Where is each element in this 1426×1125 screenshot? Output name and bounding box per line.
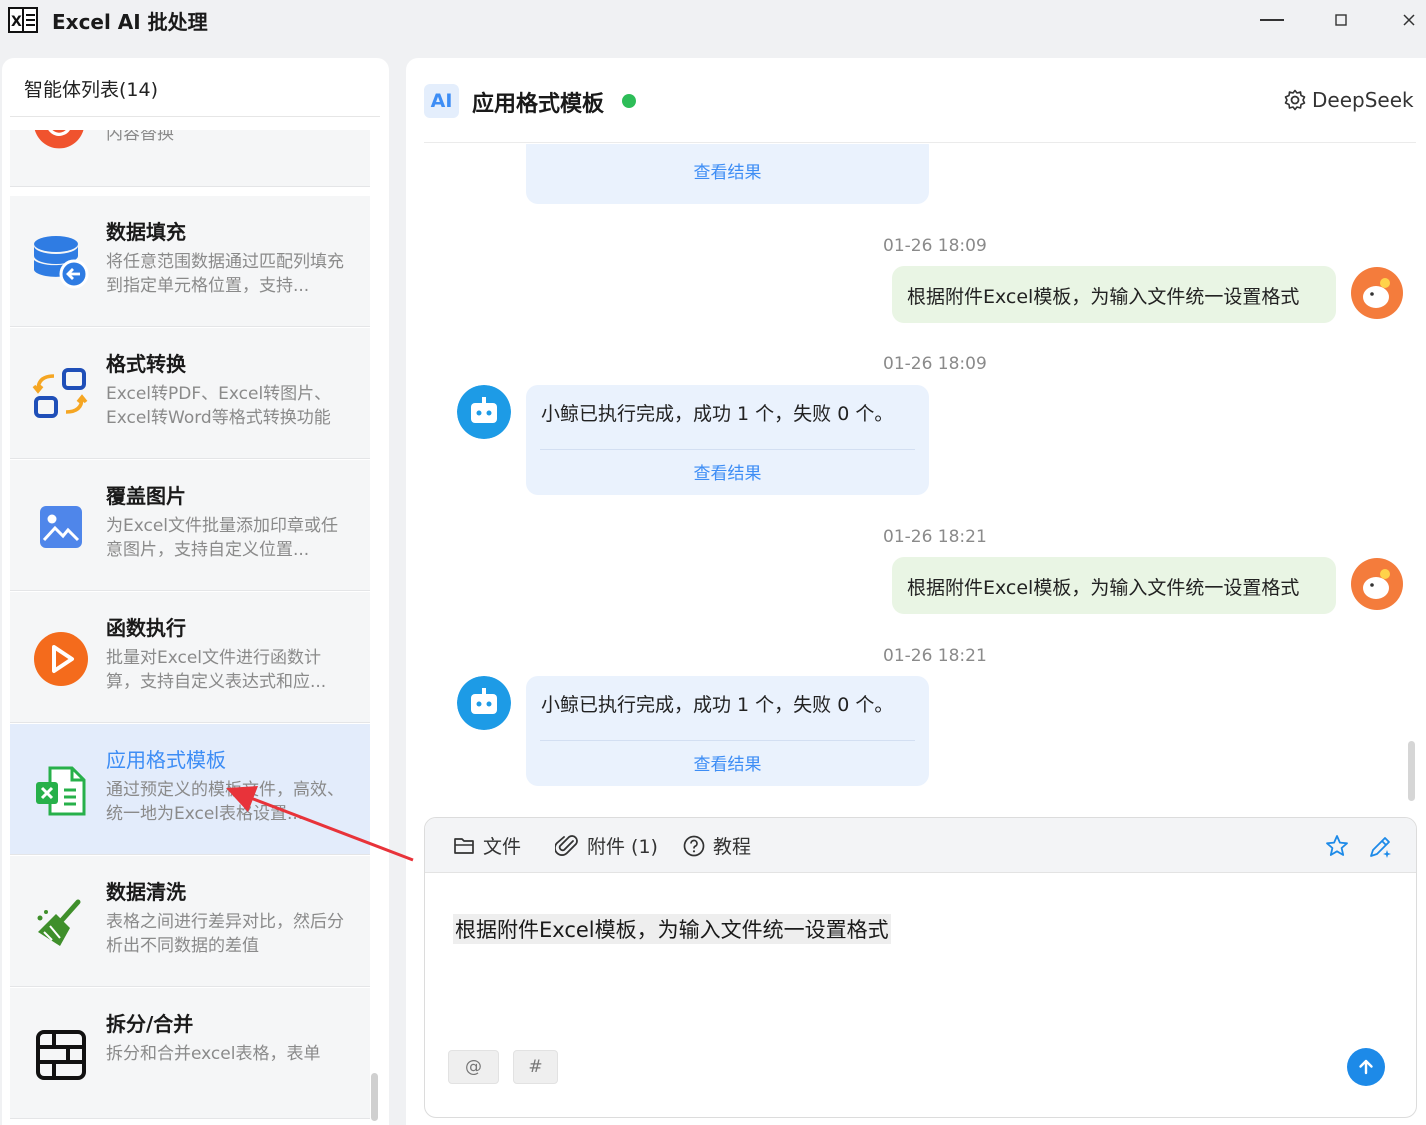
tutorial-button-label: 教程 bbox=[713, 836, 752, 858]
message-time: 01-26 18:09 bbox=[883, 354, 987, 374]
mention-button[interactable]: @ bbox=[448, 1050, 499, 1084]
bot-avatar bbox=[457, 385, 511, 439]
agent-desc: 批量对Excel文件进行函数计算，支持自定义表达式和应... bbox=[106, 648, 327, 692]
send-button[interactable] bbox=[1347, 1048, 1385, 1086]
model-name: DeepSeek bbox=[1312, 88, 1414, 112]
format-convert-icon bbox=[32, 368, 88, 418]
agent-item-data-fill[interactable]: 数据填充 将任意范围数据通过匹配列填充到指定单元格位置，支持... bbox=[10, 196, 370, 327]
sidebar-scrollbar[interactable] bbox=[371, 1073, 378, 1121]
folder-icon bbox=[454, 837, 474, 854]
database-fill-icon bbox=[34, 236, 89, 289]
message-composer: 文件 附件 (1) 教程 根据附件Excel模板，为输入文件统一设置格式 @ # bbox=[424, 817, 1417, 1118]
agent-name: 数据清洗 bbox=[106, 880, 186, 904]
file-button[interactable]: 文件 bbox=[453, 832, 521, 859]
chat-header: AI 应用格式模板 DeepSeek bbox=[424, 58, 1416, 143]
image-icon bbox=[40, 506, 82, 548]
view-result-link[interactable]: 查看结果 bbox=[526, 750, 929, 775]
svg-text:X: X bbox=[11, 14, 22, 30]
divider bbox=[540, 740, 915, 741]
magic-pen-icon bbox=[1370, 837, 1391, 858]
message-list: 查看结果 01-26 18:09 根据附件Excel模板，为输入文件统一设置格式… bbox=[406, 144, 1426, 804]
minimize-icon bbox=[1260, 19, 1284, 21]
bot-message: 小鲸已执行完成，成功 1 个，失败 0 个。 查看结果 bbox=[526, 385, 929, 495]
agent-name: 函数执行 bbox=[106, 616, 186, 640]
user-avatar[interactable] bbox=[1350, 557, 1404, 611]
agent-item-function-exec[interactable]: 函数执行 批量对Excel文件进行函数计算，支持自定义表达式和应... bbox=[10, 592, 370, 723]
minimize-button[interactable] bbox=[1252, 6, 1292, 34]
attachment-button-label: 附件 (1) bbox=[587, 836, 658, 858]
file-button-label: 文件 bbox=[483, 836, 522, 858]
agent-item-overlay-image[interactable]: 覆盖图片 为Excel文件批量添加印章或任意图片，支持自定义位置... bbox=[10, 460, 370, 591]
agent-item-data-clean[interactable]: 数据清洗 表格之间进行差异对比，然后分析出不同数据的差值 bbox=[10, 856, 370, 987]
bot-message: 查看结果 bbox=[526, 144, 929, 204]
paperclip-icon bbox=[555, 834, 578, 856]
view-result-link[interactable]: 查看结果 bbox=[526, 158, 929, 183]
message-time: 01-26 18:21 bbox=[883, 527, 987, 547]
agent-name: 应用格式模板 bbox=[106, 748, 226, 772]
message-text: 小鲸已执行完成，成功 1 个，失败 0 个。 bbox=[541, 403, 894, 425]
attachment-button[interactable]: 附件 (1) bbox=[555, 832, 658, 859]
agent-sidebar: 智能体列表(14) 对多个Excel的任意单元格进行内容替换 数据填充 将任意范… bbox=[2, 58, 389, 1125]
user-message: 根据附件Excel模板，为输入文件统一设置格式 bbox=[892, 557, 1336, 614]
agent-desc: 表格之间进行差异对比，然后分析出不同数据的差值 bbox=[106, 912, 344, 956]
close-icon bbox=[1403, 14, 1415, 26]
chat-panel: AI 应用格式模板 DeepSeek 查看结果 01-26 18:09 根据附件… bbox=[406, 58, 1426, 1125]
maximize-icon bbox=[1335, 14, 1347, 26]
favorite-button[interactable] bbox=[1325, 834, 1349, 858]
agent-name: 拆分/合并 bbox=[106, 1012, 194, 1036]
agent-desc: 拆分和合并excel表格，表单 bbox=[106, 1044, 321, 1064]
split-merge-icon bbox=[36, 1030, 86, 1080]
ai-badge: AI bbox=[424, 84, 459, 118]
agent-item-split-merge[interactable]: 拆分/合并 拆分和合并excel表格，表单 bbox=[10, 988, 370, 1119]
agent-desc: Excel转PDF、Excel转图片、Excel转Word等格式转换功能 bbox=[106, 384, 332, 428]
help-circle-icon bbox=[683, 835, 705, 856]
view-result-link[interactable]: 查看结果 bbox=[526, 459, 929, 484]
agent-name: 格式转换 bbox=[106, 352, 186, 376]
bot-message: 小鲸已执行完成，成功 1 个，失败 0 个。 查看结果 bbox=[526, 676, 929, 786]
message-time: 01-26 18:21 bbox=[883, 646, 987, 666]
message-text: 根据附件Excel模板，为输入文件统一设置格式 bbox=[907, 286, 1300, 308]
online-status-dot bbox=[622, 94, 636, 108]
user-avatar[interactable] bbox=[1350, 266, 1404, 320]
agent-list: 对多个Excel的任意单元格进行内容替换 数据填充 将任意范围数据通过匹配列填充… bbox=[10, 130, 370, 1125]
agent-desc: 将任意范围数据通过匹配列填充到指定单元格位置，支持... bbox=[106, 252, 344, 296]
agent-item-apply-format-template[interactable]: 应用格式模板 通过预定义的模板文件，高效、统一地为Excel表格设置... bbox=[10, 724, 370, 855]
play-icon bbox=[34, 632, 88, 686]
chat-scrollbar[interactable] bbox=[1408, 741, 1415, 801]
divider bbox=[540, 449, 915, 450]
arrow-up-icon bbox=[1359, 1059, 1373, 1075]
message-input[interactable]: 根据附件Excel模板，为输入文件统一设置格式 bbox=[453, 914, 891, 944]
broom-icon bbox=[37, 899, 81, 946]
agent-name: 数据填充 bbox=[106, 220, 186, 244]
user-message: 根据附件Excel模板，为输入文件统一设置格式 bbox=[892, 266, 1336, 323]
divider bbox=[10, 116, 380, 117]
agent-name: 覆盖图片 bbox=[106, 484, 186, 508]
agent-item-format-convert[interactable]: 格式转换 Excel转PDF、Excel转图片、Excel转Word等格式转换功… bbox=[10, 328, 370, 459]
app-title: Excel AI 批处理 bbox=[52, 10, 208, 34]
excel-template-icon bbox=[36, 766, 86, 816]
agent-desc: 对多个Excel的任意单元格进行内容替换 bbox=[106, 130, 174, 144]
message-time: 01-26 18:09 bbox=[883, 236, 987, 256]
title-bar: X Excel AI 批处理 bbox=[0, 0, 1426, 48]
maximize-button[interactable] bbox=[1321, 6, 1361, 34]
agent-desc: 通过预定义的模板文件，高效、统一地为Excel表格设置... bbox=[106, 780, 344, 824]
replace-icon bbox=[34, 130, 84, 149]
message-text: 小鲸已执行完成，成功 1 个，失败 0 个。 bbox=[541, 694, 894, 716]
composer-toolbar: 文件 附件 (1) 教程 bbox=[425, 818, 1416, 873]
tutorial-button[interactable]: 教程 bbox=[683, 832, 751, 859]
excel-app-icon: X bbox=[8, 7, 38, 33]
gear-icon bbox=[1284, 89, 1306, 111]
agent-item-content-replace[interactable]: 对多个Excel的任意单元格进行内容替换 bbox=[10, 130, 370, 187]
agent-list-header: 智能体列表(14) bbox=[24, 79, 159, 101]
model-selector[interactable]: DeepSeek bbox=[1284, 88, 1414, 112]
message-text: 根据附件Excel模板，为输入文件统一设置格式 bbox=[907, 577, 1300, 599]
chat-title: 应用格式模板 bbox=[472, 92, 605, 117]
hashtag-button[interactable]: # bbox=[513, 1050, 558, 1084]
close-button[interactable] bbox=[1389, 6, 1426, 34]
star-icon bbox=[1326, 835, 1348, 856]
magic-edit-button[interactable] bbox=[1367, 834, 1393, 860]
bot-avatar bbox=[457, 676, 511, 730]
agent-desc: 为Excel文件批量添加印章或任意图片，支持自定义位置... bbox=[106, 516, 339, 560]
